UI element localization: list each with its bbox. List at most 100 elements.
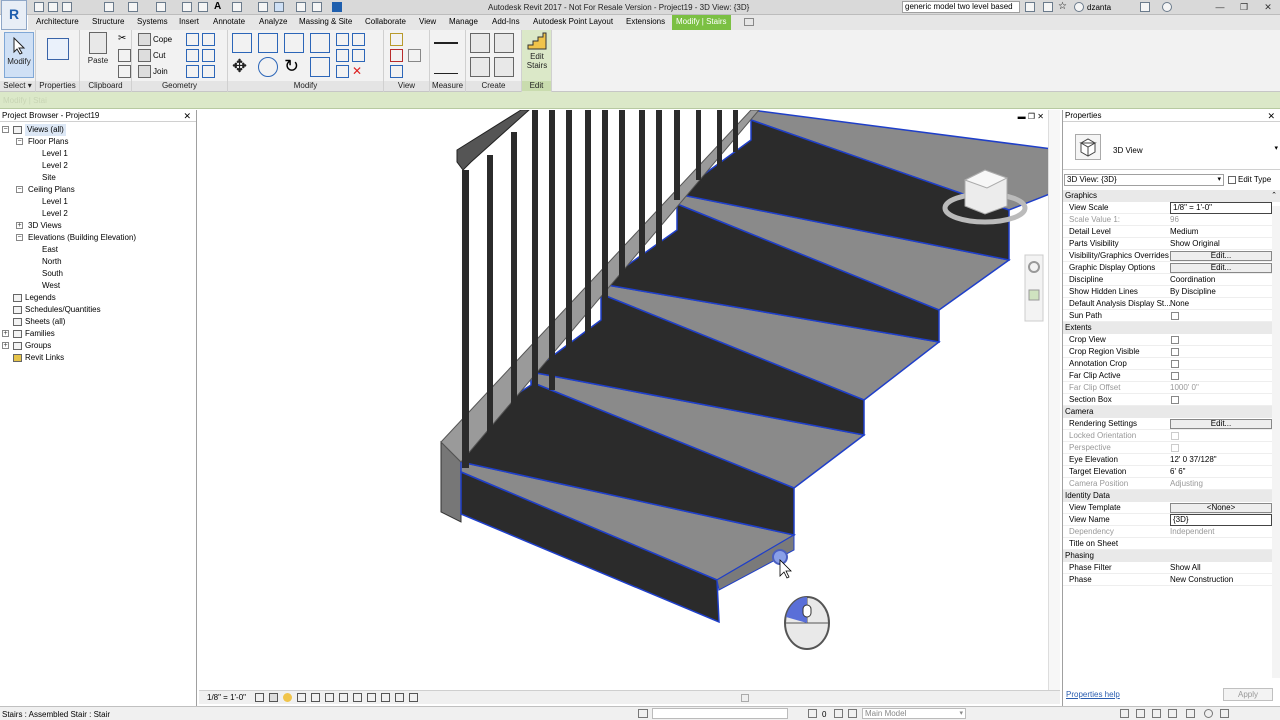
- tree-item[interactable]: 3D Views: [28, 220, 62, 232]
- tree-item[interactable]: Site: [42, 172, 56, 184]
- tree-item[interactable]: Level 1: [42, 148, 68, 160]
- zoom-icon[interactable]: [1028, 289, 1040, 301]
- properties-help-link[interactable]: Properties help: [1066, 690, 1120, 699]
- close-icon[interactable]: ✕: [183, 110, 191, 122]
- properties-scrollbar[interactable]: [1272, 206, 1280, 678]
- move-icon[interactable]: ✥: [232, 57, 252, 77]
- select-by-face-icon[interactable]: [1168, 709, 1177, 718]
- tab-analyze[interactable]: Analyze: [259, 17, 287, 26]
- revit-logo-button[interactable]: R: [1, 0, 27, 30]
- paint-icon[interactable]: [186, 65, 199, 78]
- tree-item[interactable]: Legends: [25, 292, 56, 304]
- hide-icon[interactable]: [390, 33, 403, 46]
- baluster[interactable]: [717, 110, 722, 168]
- sun-path-icon[interactable]: [283, 693, 292, 702]
- tab-view[interactable]: View: [419, 17, 436, 26]
- cope-icon[interactable]: [138, 33, 151, 46]
- sync-icon[interactable]: [62, 2, 72, 12]
- tab-structure[interactable]: Structure: [92, 17, 124, 26]
- minimize-button[interactable]: —: [1212, 1, 1228, 13]
- property-group-header[interactable]: Graphics ⌃: [1063, 190, 1280, 202]
- view-extra-icon[interactable]: [408, 49, 421, 62]
- baluster[interactable]: [511, 132, 517, 442]
- property-value[interactable]: Coordination: [1170, 274, 1215, 286]
- baluster[interactable]: [532, 110, 538, 410]
- baluster[interactable]: [462, 170, 469, 468]
- tree-toggle-icon[interactable]: +: [16, 222, 23, 229]
- help-icon[interactable]: [1162, 2, 1172, 12]
- view-close-icon[interactable]: ✕: [1037, 112, 1044, 121]
- tree-toggle-icon[interactable]: −: [16, 234, 23, 241]
- tree-item[interactable]: Revit Links: [25, 352, 64, 364]
- detail-level-icon[interactable]: [255, 693, 264, 702]
- property-value[interactable]: Show Original: [1170, 238, 1220, 250]
- baluster[interactable]: [619, 110, 625, 282]
- cut-geometry-button[interactable]: Cut: [153, 51, 165, 60]
- tree-toggle-icon[interactable]: −: [16, 138, 23, 145]
- geometry-tool-3-icon[interactable]: [186, 49, 199, 62]
- horizontal-scrollbar-thumb[interactable]: [741, 694, 749, 702]
- baluster[interactable]: [639, 110, 645, 272]
- cut-geometry-icon[interactable]: [138, 49, 151, 62]
- copy-element-icon[interactable]: [258, 57, 278, 77]
- property-checkbox[interactable]: [1171, 348, 1179, 356]
- properties-button[interactable]: [44, 32, 72, 62]
- tab-annotate[interactable]: Annotate: [213, 17, 245, 26]
- temporary-view-icon[interactable]: [395, 693, 404, 702]
- tree-item[interactable]: Families: [25, 328, 55, 340]
- property-group-header[interactable]: Identity Data⌃: [1063, 490, 1280, 502]
- paste-button[interactable]: Paste: [86, 32, 110, 65]
- redo-icon[interactable]: [128, 2, 138, 12]
- tab-collaborate[interactable]: Collaborate: [365, 17, 406, 26]
- tab-architecture[interactable]: Architecture: [36, 17, 79, 26]
- tab-insert[interactable]: Insert: [179, 17, 199, 26]
- measure-icon[interactable]: [182, 2, 192, 12]
- binoculars-icon[interactable]: [1025, 2, 1035, 12]
- open-icon[interactable]: [34, 2, 44, 12]
- ribbon-minimize-icon[interactable]: [744, 18, 754, 26]
- tree-item[interactable]: Sheets (all): [25, 316, 65, 328]
- tab-autodesk-point-layout[interactable]: Autodesk Point Layout: [533, 17, 613, 26]
- apply-button[interactable]: Apply: [1223, 688, 1273, 701]
- property-value[interactable]: None: [1170, 298, 1189, 310]
- type-dropdown-icon[interactable]: ▾: [1274, 144, 1278, 152]
- baluster[interactable]: [656, 110, 662, 260]
- split-icon[interactable]: [336, 33, 349, 46]
- tree-item[interactable]: West: [42, 280, 60, 292]
- create-similar-icon[interactable]: [494, 57, 514, 77]
- editable-only-icon[interactable]: [808, 709, 817, 718]
- measure-between-icon[interactable]: [434, 34, 458, 44]
- scale-icon[interactable]: [336, 49, 349, 62]
- temporary-hide-icon[interactable]: [367, 693, 376, 702]
- property-group-header[interactable]: Extents⌃: [1063, 322, 1280, 334]
- tab-modify-stairs[interactable]: Modify | Stairs: [672, 15, 731, 30]
- view-scale-button[interactable]: 1/8" = 1'-0": [207, 693, 246, 702]
- stair-model[interactable]: [199, 109, 1061, 690]
- close-hidden-icon[interactable]: [296, 2, 306, 12]
- crop-view-icon[interactable]: [325, 693, 334, 702]
- property-value[interactable]: New Construction: [1170, 574, 1233, 586]
- save-icon[interactable]: [48, 2, 58, 12]
- view-restore-icon[interactable]: ❐: [1028, 112, 1035, 121]
- drag-elements-icon[interactable]: [1186, 709, 1195, 718]
- delete-icon[interactable]: ✕: [352, 65, 365, 78]
- property-value[interactable]: 6' 6": [1170, 466, 1186, 478]
- edit-type-button[interactable]: Edit Type: [1228, 175, 1271, 184]
- rotate-icon[interactable]: ↻: [284, 57, 304, 77]
- property-edit-button[interactable]: Edit...: [1170, 419, 1272, 429]
- property-group-header[interactable]: Phasing⌃: [1063, 550, 1280, 562]
- property-value[interactable]: By Discipline: [1170, 286, 1216, 298]
- geometry-tool-4-icon[interactable]: [202, 49, 215, 62]
- qat-dropdown-icon[interactable]: [332, 2, 342, 12]
- restore-button[interactable]: ❒: [1236, 1, 1252, 13]
- property-input[interactable]: {3D}: [1170, 514, 1272, 526]
- split-face-icon[interactable]: [202, 65, 215, 78]
- property-edit-button[interactable]: Edit...: [1170, 263, 1272, 273]
- baluster[interactable]: [566, 110, 572, 362]
- property-value[interactable]: Medium: [1170, 226, 1198, 238]
- linework-icon[interactable]: [390, 65, 403, 78]
- select-pinned-icon[interactable]: [1152, 709, 1161, 718]
- mirror-draw-icon[interactable]: [310, 33, 330, 53]
- tree-toggle-icon[interactable]: −: [16, 186, 23, 193]
- create-parts-icon[interactable]: [470, 33, 490, 53]
